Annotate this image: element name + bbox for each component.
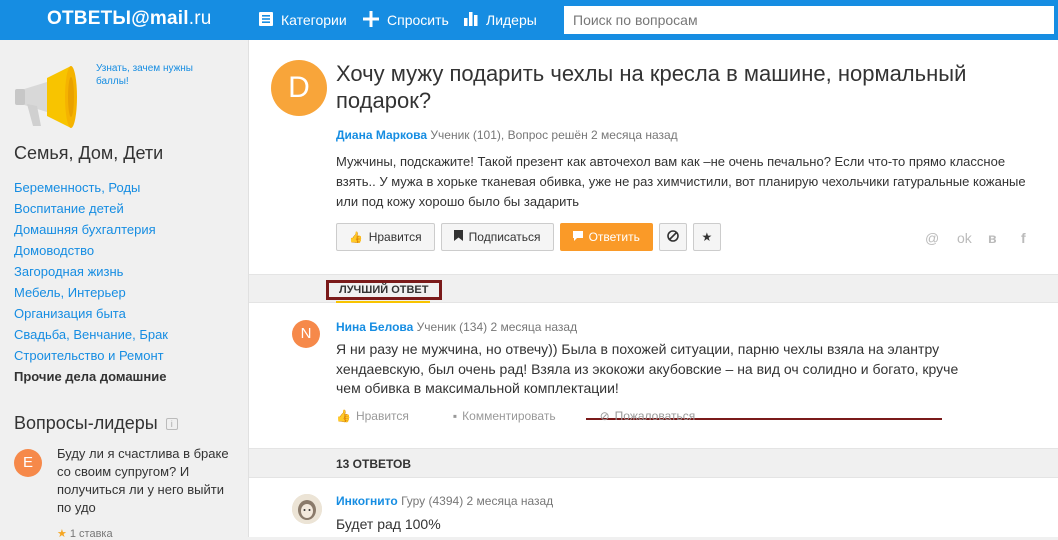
- question-actions: 👍 Нравится Подписаться Ответить ★: [336, 223, 727, 251]
- question-meta: Диана Маркова Ученик (101), Вопрос решён…: [336, 128, 678, 142]
- subscribe-button[interactable]: Подписаться: [440, 223, 554, 251]
- main-content: D Хочу мужу подарить чехлы на кресла в м…: [248, 40, 1058, 537]
- facebook-share-icon[interactable]: f: [1021, 230, 1026, 246]
- promo-link[interactable]: Узнать, зачем нужны баллы!: [96, 62, 216, 88]
- category-link[interactable]: Строительство и Ремонт: [14, 345, 168, 366]
- answer-report-button[interactable]: ⊘ Пожаловаться: [600, 409, 718, 423]
- category-link[interactable]: Беременность, Роды: [14, 177, 168, 198]
- site-logo[interactable]: ОТВЕТЫ@mail.ru: [47, 8, 212, 30]
- category-link[interactable]: Свадьба, Венчание, Брак: [14, 324, 168, 345]
- comment-icon: [572, 230, 583, 244]
- category-title: Семья, Дом, Дети: [14, 143, 164, 163]
- answer-author-link[interactable]: Нина Белова: [336, 320, 413, 334]
- category-link[interactable]: Мебель, Интерьер: [14, 282, 168, 303]
- sidebar: Узнать, зачем нужны баллы! Семья, Дом, Д…: [0, 40, 248, 540]
- answer-author-link[interactable]: Инкогнито: [336, 494, 398, 508]
- leader-rating: ★ 1 ставка: [57, 528, 113, 540]
- answer-body: Будет рад 100%: [336, 516, 441, 532]
- block-icon: ⊘: [599, 409, 610, 423]
- chart-icon: [464, 11, 478, 29]
- answers-count-label: 13 ОТВЕТОВ: [336, 457, 412, 471]
- answer-author-avatar[interactable]: [292, 494, 322, 524]
- category-link-active[interactable]: Прочие дела домашние: [14, 366, 168, 387]
- answer-actions: 👍 Нравится ▪ Комментировать ⊘ Пожаловаться: [336, 409, 739, 423]
- question-author-avatar[interactable]: D: [271, 60, 327, 116]
- question-title: Хочу мужу подарить чехлы на кресла в маш…: [336, 61, 967, 113]
- leaders-title: Вопросы-лидеры i: [14, 413, 178, 434]
- comment-icon: ▪: [452, 409, 458, 423]
- category-link[interactable]: Загородная жизнь: [14, 261, 168, 282]
- answers-count-bar: 13 ОТВЕТОВ: [249, 448, 1058, 478]
- category-list: Беременность, Роды Воспитание детей Дома…: [14, 177, 168, 387]
- thumbs-up-icon: 👍: [336, 409, 351, 423]
- search-input[interactable]: [564, 6, 1054, 34]
- list-icon: [259, 11, 273, 29]
- best-answer-label: ЛУЧШИЙ ОТВЕТ: [326, 280, 442, 300]
- category-link[interactable]: Организация быта: [14, 303, 168, 324]
- leader-question-link[interactable]: Буду ли я счастлива в браке со своим суп…: [57, 445, 232, 517]
- category-link[interactable]: Воспитание детей: [14, 198, 168, 219]
- favorite-button[interactable]: ★: [692, 223, 721, 251]
- answer-meta: Инкогнито Гуру (4394) 2 месяца назад: [336, 494, 554, 508]
- best-answer-underline: [336, 301, 430, 303]
- nav-categories[interactable]: Категории: [259, 0, 347, 40]
- answer-button[interactable]: Ответить: [559, 223, 653, 251]
- nav-ask[interactable]: Спросить: [363, 0, 449, 40]
- answer-meta: Нина Белова Ученик (134) 2 месяца назад: [336, 320, 578, 334]
- top-header: ОТВЕТЫ@mail.ru Категории Спросить Лидеры: [0, 0, 1058, 40]
- best-answer-bar: ЛУЧШИЙ ОТВЕТ: [249, 274, 1058, 303]
- thumbs-up-icon: 👍: [349, 231, 363, 244]
- answer-comment-button[interactable]: ▪ Комментировать: [453, 409, 578, 423]
- best-answer-body: Я ни разу не мужчина, но отвечу)) Была в…: [336, 341, 959, 396]
- category-link[interactable]: Домоводство: [14, 240, 168, 261]
- block-icon: [667, 229, 679, 245]
- star-icon: ★: [701, 230, 713, 244]
- plus-icon: [363, 10, 379, 30]
- like-button[interactable]: 👍 Нравится: [336, 223, 435, 251]
- help-icon[interactable]: i: [165, 417, 178, 430]
- bookmark-icon: [453, 230, 463, 244]
- category-link[interactable]: Домашняя бухгалтерия: [14, 219, 168, 240]
- nav-leaders[interactable]: Лидеры: [464, 0, 537, 40]
- vk-share-icon[interactable]: в: [988, 230, 997, 246]
- question-body: Мужчины, подскажите! Такой презент как а…: [336, 154, 1026, 209]
- answer-like-button[interactable]: 👍 Нравится: [336, 409, 431, 423]
- leader-avatar[interactable]: E: [14, 449, 42, 477]
- star-icon: ★: [57, 528, 67, 540]
- answer-author-avatar[interactable]: N: [292, 320, 320, 348]
- odnoklassniki-share-icon[interactable]: ok: [957, 230, 972, 246]
- megaphone-icon[interactable]: [11, 60, 85, 134]
- mailru-share-icon[interactable]: @: [925, 230, 939, 246]
- block-button[interactable]: [658, 223, 687, 251]
- question-author-link[interactable]: Диана Маркова: [336, 128, 427, 142]
